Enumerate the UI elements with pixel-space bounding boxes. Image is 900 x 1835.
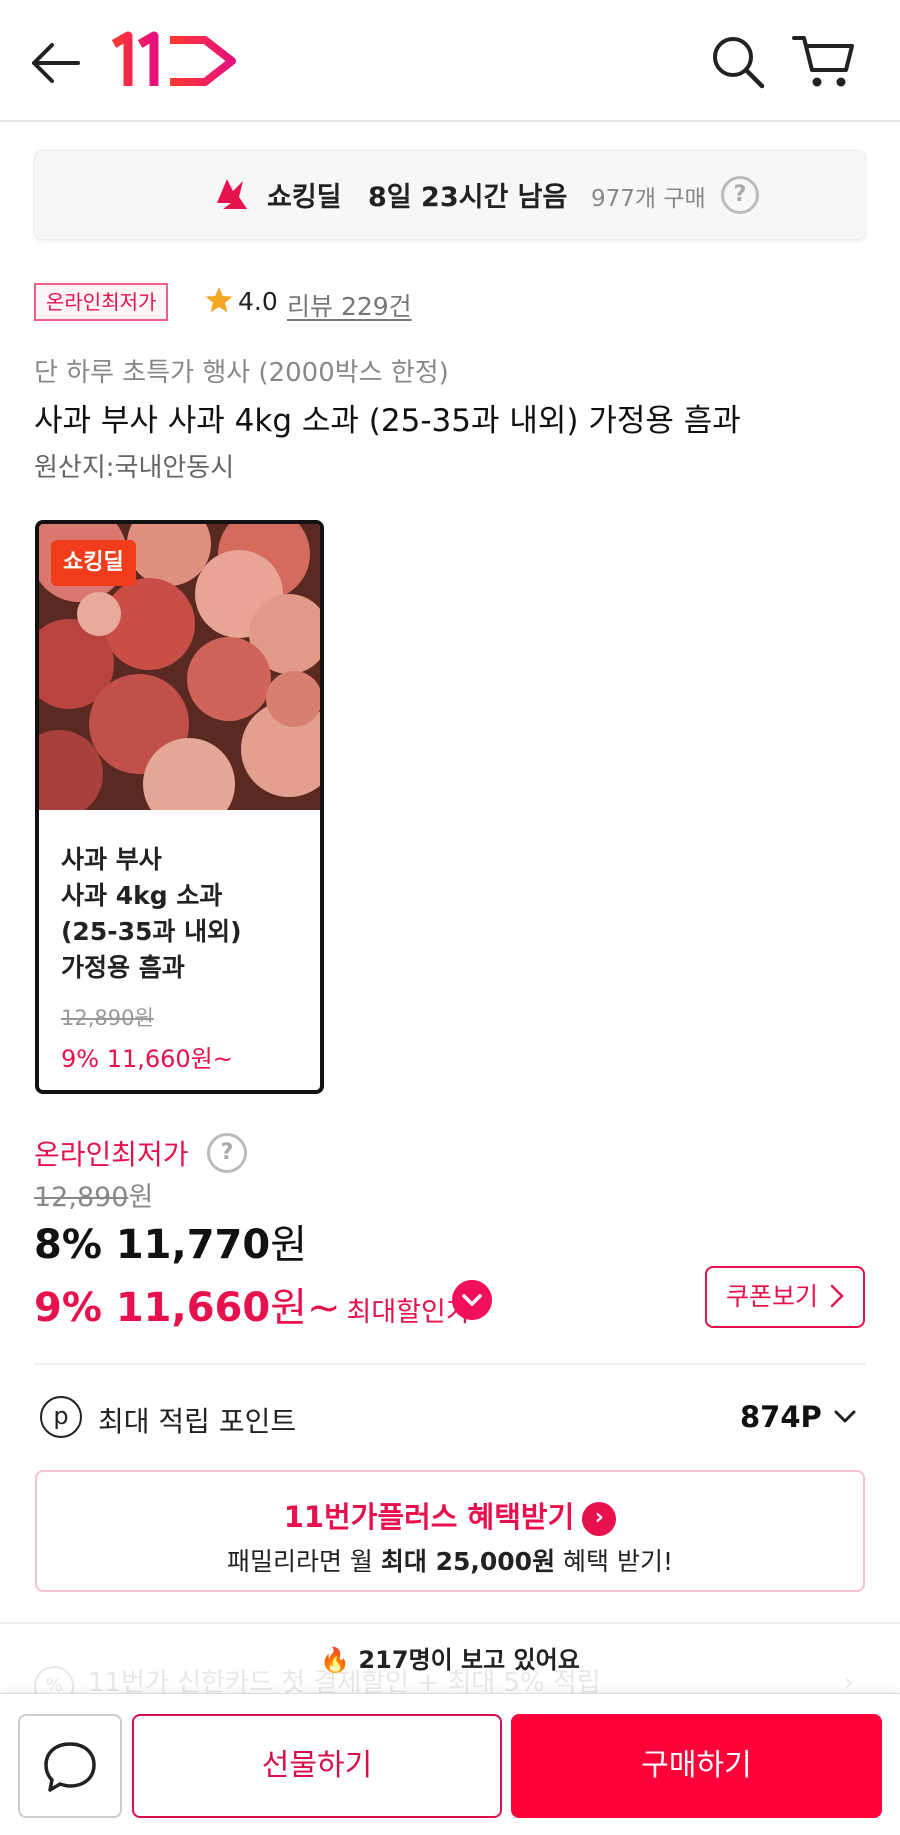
shocking-deal-badge: 쇼킹딜 <box>51 540 136 586</box>
back-arrow-icon[interactable] <box>28 38 84 88</box>
shocking-deal-icon <box>217 179 247 209</box>
11st-logo-icon[interactable] <box>110 30 240 92</box>
chevron-right-icon <box>830 1284 844 1308</box>
option-sale-price: 9% 11,660원~ <box>61 1045 233 1073</box>
chevron-down-circle-icon[interactable] <box>452 1280 492 1320</box>
chat-bubble-icon <box>44 1742 96 1792</box>
chevron-down-icon[interactable] <box>832 1404 858 1430</box>
discount-price: 8% 11,770원 <box>34 1212 307 1270</box>
section-divider <box>0 1622 900 1624</box>
purchase-count: 977개 구매 <box>591 186 706 212</box>
lowest-price-label: 온라인최저가 <box>34 1138 189 1171</box>
max-price-number: 9% 11,660 <box>34 1285 271 1331</box>
product-origin: 원산지:국내안동시 <box>34 453 235 483</box>
chat-button[interactable] <box>18 1714 122 1818</box>
arrow-right-circle-icon: › <box>582 1502 617 1536</box>
option-original-price: 12,890원 <box>61 1006 154 1030</box>
viewer-count: 🔥 217명이 보고 있어요 <box>320 1646 580 1674</box>
option-card[interactable]: 쇼킹딜 사과 부사 사과 4kg 소과 (25-35과 내외) 가정용 흠과 1… <box>35 520 324 1094</box>
star-icon <box>205 287 233 313</box>
promo-text: 단 하루 초특가 행사 (2000박스 한정) <box>34 358 449 388</box>
top-header <box>0 0 900 122</box>
gift-button[interactable]: 선물하기 <box>132 1714 502 1818</box>
plus-sub-bold: 최대 25,000원 <box>380 1547 556 1576</box>
lowest-price-badge: 온라인최저가 <box>34 283 169 321</box>
price-help-icon[interactable]: ? <box>207 1133 247 1173</box>
original-price-number: 12,890 <box>34 1182 129 1213</box>
original-price: 12,890원 <box>34 1175 153 1214</box>
product-title: 사과 부사 사과 4kg 소과 (25-35과 내외) 가정용 흠과 <box>34 403 741 439</box>
deal-time-left: 8일 23시간 남음 <box>368 182 568 213</box>
rating-value: 4.0 <box>238 287 278 316</box>
max-price-unit: 원~ <box>270 1285 341 1331</box>
option-name: 사과 부사 사과 4kg 소과 (25-35과 내외) 가정용 흠과 <box>61 845 242 982</box>
plus-title-text: 11번가플러스 혜택받기 <box>283 1500 575 1534</box>
review-count-link[interactable]: 리뷰 229건 <box>287 287 412 323</box>
search-icon[interactable] <box>708 32 768 92</box>
deal-label: 쇼킹딜 <box>267 182 342 213</box>
view-coupons-button[interactable]: 쿠폰보기 <box>705 1266 865 1328</box>
deal-help-icon[interactable]: ? <box>721 176 759 214</box>
plus-banner-subtitle: 패밀리라면 월 최대 25,000원 혜택 받기! <box>37 1542 863 1578</box>
divider <box>34 1363 866 1365</box>
max-discount-row: 9% 11,660원~ 최대할인가 <box>34 1275 471 1333</box>
11st-plus-banner[interactable]: 11번가플러스 혜택받기 › 패밀리라면 월 최대 25,000원 혜택 받기! <box>35 1470 865 1592</box>
discount-price-unit: 원 <box>270 1222 308 1268</box>
max-points-value[interactable]: 874P <box>740 1400 822 1434</box>
plus-sub-prefix: 패밀리라면 월 <box>226 1547 381 1576</box>
plus-sub-suffix: 혜택 받기! <box>555 1547 673 1576</box>
buy-button[interactable]: 구매하기 <box>511 1714 882 1818</box>
plus-banner-title: 11번가플러스 혜택받기 › <box>37 1494 863 1536</box>
max-discount-price: 9% 11,660원~ <box>34 1285 341 1331</box>
shocking-deal-banner: 쇼킹딜 8일 23시간 남음 977개 구매 ? <box>34 150 866 240</box>
max-points-label: 최대 적립 포인트 <box>98 1405 297 1438</box>
bottom-action-bar: 선물하기 구매하기 <box>0 1693 900 1835</box>
point-icon: p <box>40 1396 82 1438</box>
discount-price-number: 8% 11,770 <box>34 1222 271 1268</box>
coupon-button-label: 쿠폰보기 <box>726 1282 819 1311</box>
original-price-unit: 원 <box>128 1182 154 1213</box>
cart-icon[interactable] <box>790 30 856 92</box>
